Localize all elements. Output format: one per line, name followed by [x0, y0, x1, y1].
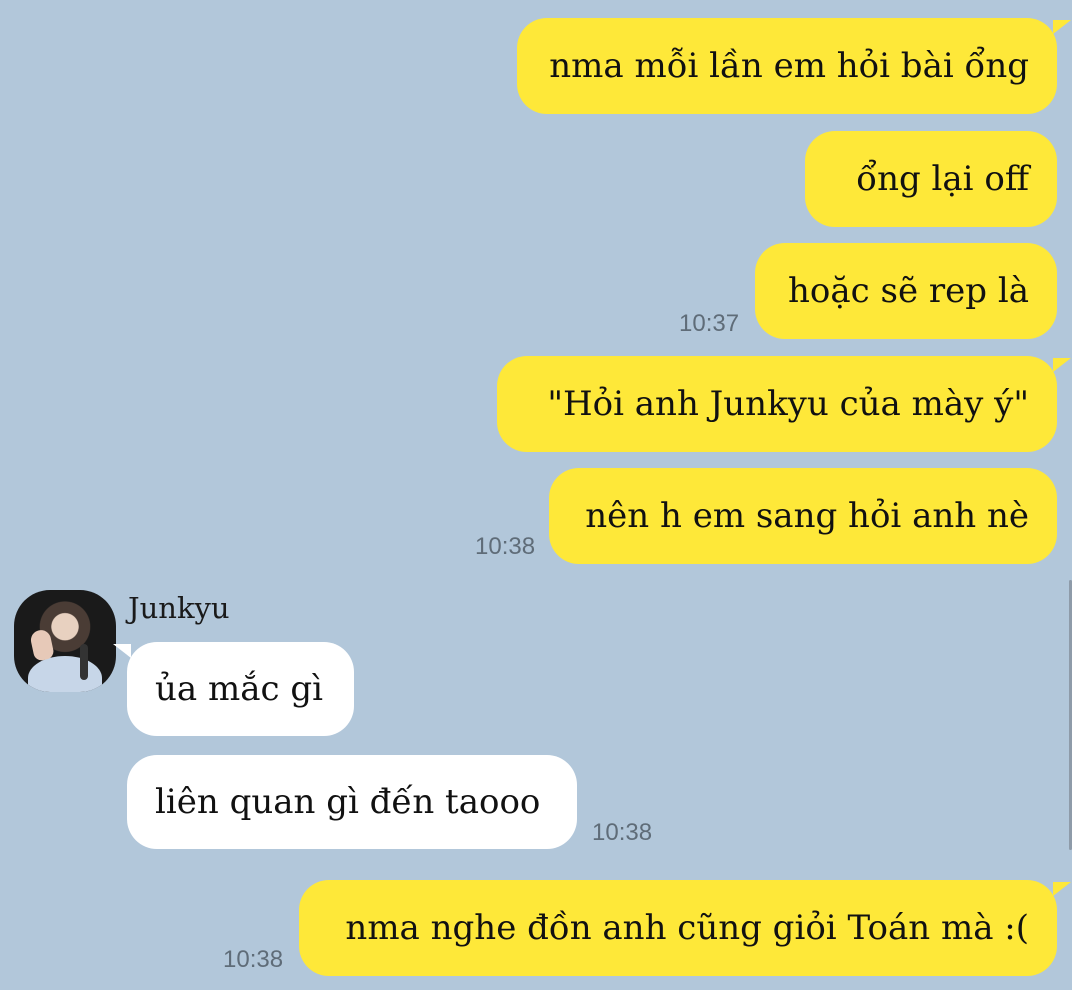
message-timestamp: 10:38 — [475, 533, 536, 560]
message-text: nma mỗi lần em hỏi bài ổng — [549, 46, 1029, 86]
message-bubble-outgoing[interactable]: "Hỏi anh Junkyu của mày ý" — [497, 356, 1071, 452]
message-bubble-outgoing[interactable]: nma mỗi lần em hỏi bài ổng — [517, 18, 1071, 114]
message-text: nma nghe đồn anh cũng giỏi Toán mà :( — [345, 908, 1029, 948]
message-text: hoặc sẽ rep là — [788, 271, 1029, 311]
message-bubble-outgoing[interactable]: hoặc sẽ rep là — [755, 243, 1057, 339]
avatar-hand-shape — [29, 628, 55, 662]
message-text: "Hỏi anh Junkyu của mày ý" — [547, 384, 1029, 424]
message-bubble-outgoing[interactable]: nma nghe đồn anh cũng giỏi Toán mà :( — [299, 880, 1071, 976]
contact-avatar[interactable] — [14, 590, 116, 692]
message-bubble-outgoing[interactable]: ổng lại off — [805, 131, 1057, 227]
message-text: nên h em sang hỏi anh nè — [585, 496, 1029, 536]
avatar-shirt-shape — [28, 656, 102, 692]
message-text: ổng lại off — [856, 159, 1029, 199]
chat-thread: nma mỗi lần em hỏi bài ổng ổng lại off 1… — [0, 0, 1072, 990]
contact-name: Junkyu — [128, 591, 230, 625]
avatar-mic-shape — [80, 644, 88, 680]
message-bubble-incoming[interactable]: liên quan gì đến taooo — [127, 755, 577, 849]
message-timestamp: 10:38 — [592, 819, 653, 846]
message-bubble-incoming[interactable]: ủa mắc gì — [113, 642, 354, 736]
message-text: liên quan gì đến taooo — [155, 782, 541, 822]
message-bubble-outgoing[interactable]: nên h em sang hỏi anh nè — [549, 468, 1057, 564]
message-timestamp: 10:37 — [679, 310, 740, 337]
message-timestamp: 10:38 — [223, 946, 284, 973]
message-text: ủa mắc gì — [155, 669, 323, 709]
